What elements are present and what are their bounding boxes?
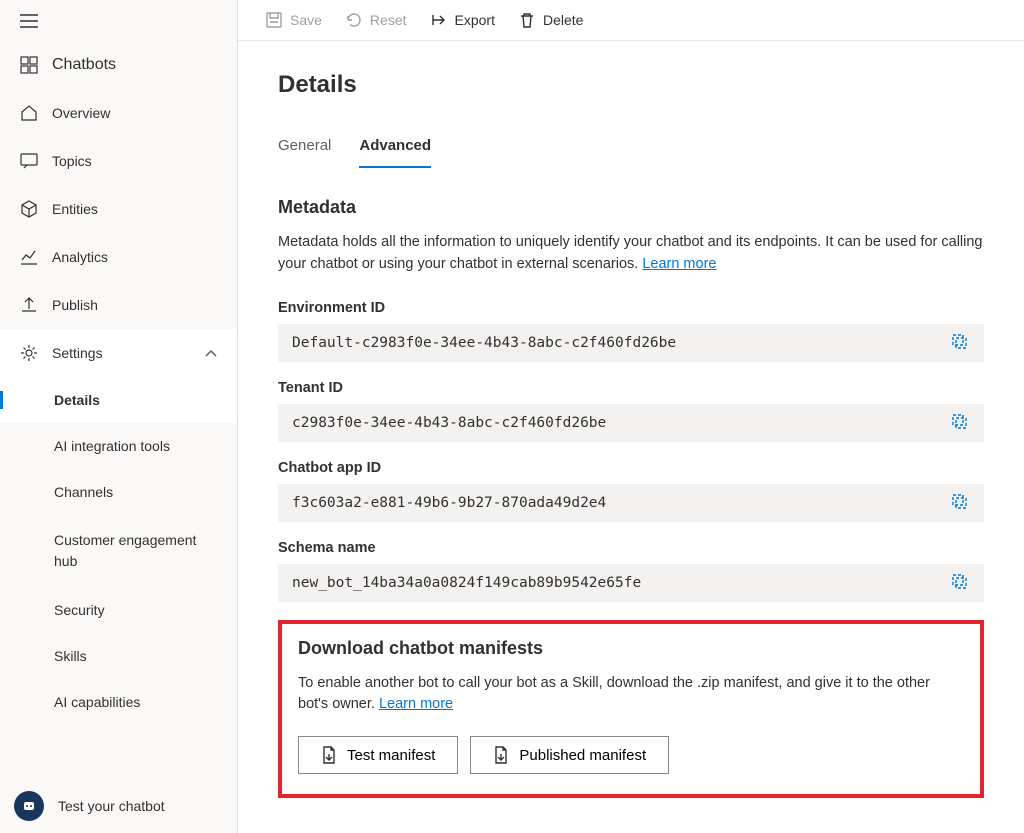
sidebar-label: Overview <box>52 105 110 121</box>
schema-label: Schema name <box>278 540 984 556</box>
metadata-heading: Metadata <box>278 197 984 218</box>
env-id-field: Default-c2983f0e-34ee-4b43-8abc-c2f460fd… <box>278 324 984 362</box>
app-id-field: f3c603a2-e881-49b6-9b27-870ada49d2e4 <box>278 484 984 522</box>
tab-general[interactable]: General <box>278 137 331 168</box>
metadata-learn-more-link[interactable]: Learn more <box>642 256 716 272</box>
test-chatbot-label: Test your chatbot <box>58 798 165 814</box>
app-id-value: f3c603a2-e881-49b6-9b27-870ada49d2e4 <box>292 495 606 511</box>
tab-advanced[interactable]: Advanced <box>359 137 431 168</box>
sidebar-label: Topics <box>52 153 92 169</box>
home-icon <box>20 104 38 122</box>
upload-icon <box>20 296 38 314</box>
tabs: General Advanced <box>238 99 1024 169</box>
manifest-highlight-box: Download chatbot manifests To enable ano… <box>278 620 984 799</box>
sidebar-label: Analytics <box>52 249 108 265</box>
schema-value: new_bot_14ba34a0a0824f149cab89b9542e65fe <box>292 575 641 591</box>
sidebar-item-settings[interactable]: Settings <box>0 329 237 377</box>
save-button: Save <box>266 12 322 28</box>
sidebar-label: Publish <box>52 297 98 313</box>
manifest-learn-more-link[interactable]: Learn more <box>379 696 453 712</box>
sidebar-child-skills[interactable]: Skills <box>0 633 237 679</box>
main-content: Save Reset Export Delete Details General… <box>238 0 1024 833</box>
sidebar-child-details[interactable]: Details <box>0 377 237 423</box>
sidebar-item-analytics[interactable]: Analytics <box>0 233 237 281</box>
test-manifest-button[interactable]: Test manifest <box>298 736 458 774</box>
delete-button[interactable]: Delete <box>519 12 583 28</box>
grid-icon <box>20 56 38 74</box>
export-button[interactable]: Export <box>431 12 495 28</box>
bot-icon <box>14 791 44 821</box>
sidebar-item-topics[interactable]: Topics <box>0 137 237 185</box>
tenant-id-label: Tenant ID <box>278 380 984 396</box>
sidebar-label: Entities <box>52 201 98 217</box>
sidebar-child-channels[interactable]: Channels <box>0 469 237 515</box>
sidebar-label: Settings <box>52 345 103 361</box>
app-id-label: Chatbot app ID <box>278 460 984 476</box>
env-id-label: Environment ID <box>278 300 984 316</box>
copy-icon[interactable] <box>952 574 970 592</box>
manifest-heading: Download chatbot manifests <box>298 638 964 659</box>
test-chatbot-button[interactable]: Test your chatbot <box>0 779 237 833</box>
tenant-id-field: c2983f0e-34ee-4b43-8abc-c2f460fd26be <box>278 404 984 442</box>
schema-field: new_bot_14ba34a0a0824f149cab89b9542e65fe <box>278 564 984 602</box>
toolbar: Save Reset Export Delete <box>238 0 1024 41</box>
sidebar-child-ai-caps[interactable]: AI capabilities <box>0 679 237 725</box>
copy-icon[interactable] <box>952 334 970 352</box>
tenant-id-value: c2983f0e-34ee-4b43-8abc-c2f460fd26be <box>292 415 606 431</box>
chat-icon <box>20 152 38 170</box>
chart-icon <box>20 248 38 266</box>
copy-icon[interactable] <box>952 414 970 432</box>
sidebar-item-entities[interactable]: Entities <box>0 185 237 233</box>
copy-icon[interactable] <box>952 494 970 512</box>
sidebar-label: Chatbots <box>52 56 116 74</box>
cube-icon <box>20 200 38 218</box>
sidebar-item-overview[interactable]: Overview <box>0 89 237 137</box>
sidebar-child-engagement[interactable]: Customer engagement hub <box>0 515 237 587</box>
chevron-up-icon <box>205 345 217 361</box>
reset-button: Reset <box>346 12 407 28</box>
sidebar-item-chatbots[interactable]: Chatbots <box>0 41 237 89</box>
published-manifest-button[interactable]: Published manifest <box>470 736 669 774</box>
sidebar-child-security[interactable]: Security <box>0 587 237 633</box>
sidebar: Chatbots Overview Topics Entities Analyt… <box>0 0 238 833</box>
sidebar-item-publish[interactable]: Publish <box>0 281 237 329</box>
manifest-description: To enable another bot to call your bot a… <box>298 673 964 717</box>
gear-icon <box>20 344 38 362</box>
hamburger-menu[interactable] <box>0 0 237 41</box>
env-id-value: Default-c2983f0e-34ee-4b43-8abc-c2f460fd… <box>292 335 676 351</box>
page-title: Details <box>238 41 1024 99</box>
metadata-description: Metadata holds all the information to un… <box>278 232 984 276</box>
sidebar-child-ai-tools[interactable]: AI integration tools <box>0 423 237 469</box>
